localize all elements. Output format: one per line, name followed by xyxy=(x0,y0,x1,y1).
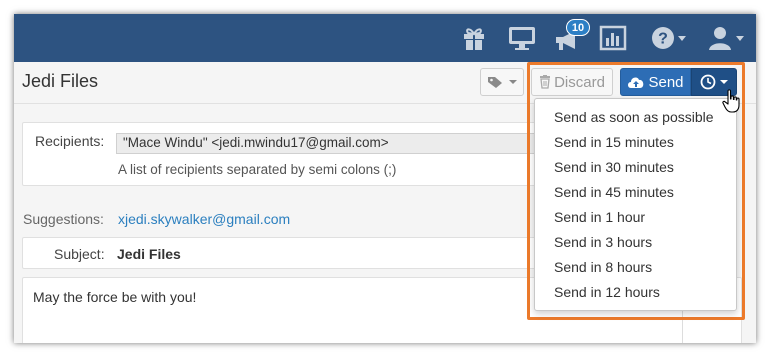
menu-item-send-8-hours[interactable]: Send in 8 hours xyxy=(554,259,652,275)
menu-item-send-asap[interactable]: Send as soon as possible xyxy=(554,109,714,125)
suggestion-link[interactable]: xjedi.skywalker@gmail.com xyxy=(118,211,290,227)
tag-icon xyxy=(488,77,502,88)
svg-text:?: ? xyxy=(658,31,668,48)
recipients-label: Recipients: xyxy=(35,133,105,149)
user-icon xyxy=(708,27,731,50)
bar-chart-icon[interactable] xyxy=(598,23,628,53)
menu-item-send-45-minutes[interactable]: Send in 45 minutes xyxy=(554,184,674,200)
tag-button[interactable] xyxy=(480,68,524,96)
menu-item-send-15-minutes[interactable]: Send in 15 minutes xyxy=(554,134,674,150)
subject-field[interactable]: Jedi Files xyxy=(117,246,181,262)
user-menu[interactable] xyxy=(702,23,748,53)
gift-icon[interactable] xyxy=(460,23,488,53)
suggestions-label: Suggestions: xyxy=(23,211,104,227)
monitor-icon[interactable] xyxy=(506,23,538,53)
help-menu[interactable]: ? xyxy=(646,23,690,53)
message-body-text: May the force be with you! xyxy=(33,289,197,305)
chevron-down-icon xyxy=(735,35,744,41)
hand-cursor-icon xyxy=(722,89,742,118)
menu-item-send-12-hours[interactable]: Send in 12 hours xyxy=(554,284,660,300)
recipients-hint: A list of recipients separated by semi c… xyxy=(118,162,397,177)
top-navigation-bar: 10 ? xyxy=(14,14,756,62)
page-title: Jedi Files xyxy=(22,71,99,91)
subject-label: Subject: xyxy=(54,246,105,262)
chevron-down-icon xyxy=(509,80,517,84)
chevron-down-icon xyxy=(677,35,686,41)
notification-badge: 10 xyxy=(566,19,590,36)
menu-item-send-30-minutes[interactable]: Send in 30 minutes xyxy=(554,159,674,175)
schedule-send-menu: Send as soon as possible Send in 15 minu… xyxy=(534,98,737,311)
help-icon: ? xyxy=(651,27,674,49)
menu-item-send-1-hour[interactable]: Send in 1 hour xyxy=(554,209,645,225)
menu-item-send-3-hours[interactable]: Send in 3 hours xyxy=(554,234,652,250)
